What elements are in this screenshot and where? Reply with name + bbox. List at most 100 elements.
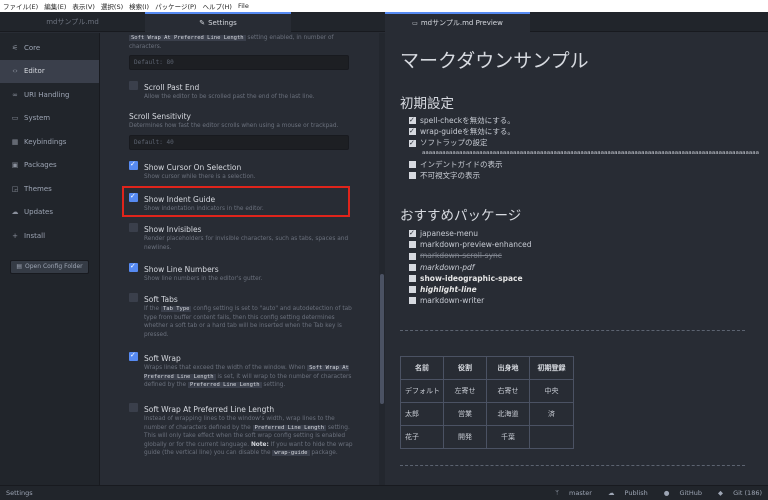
keyboard-icon: ▦ bbox=[11, 137, 19, 146]
branch-icon: ᛘ bbox=[555, 489, 562, 497]
setting-soft-tabs: Soft Tabs If the Tab Type config setting… bbox=[144, 295, 354, 339]
show-line-numbers-checkbox[interactable] bbox=[129, 262, 138, 272]
list-item: markdown-preview-enhanced bbox=[409, 239, 532, 250]
preview-long-line: aaaaaaaaaaaaaaaaaaaaaaaaaaaaaaaaaaaaaaaa… bbox=[422, 150, 760, 156]
sidebar-item-uri-handling[interactable]: ∞ URI Handling bbox=[0, 83, 99, 107]
code-snippet: Soft Wrap At Preferred Line Length bbox=[129, 35, 246, 41]
setting-title: Show Invisibles bbox=[144, 225, 202, 234]
list-item: spell-checkを無効にする。 bbox=[409, 115, 515, 126]
setting-title: Soft Wrap At Preferred Line Length bbox=[144, 405, 275, 414]
preview-table: 名前 役割 出身地 初期登録 デフォルト 左寄せ 右寄せ 中央 太郎 営業 北海… bbox=[400, 356, 574, 449]
settings-scrollbar-thumb[interactable] bbox=[380, 274, 384, 404]
table-row: 花子 開発 千葉 bbox=[400, 425, 574, 449]
show-invisibles-checkbox[interactable] bbox=[129, 223, 138, 232]
soft-wrap-checkbox[interactable] bbox=[129, 351, 138, 361]
status-git[interactable]: ◆ Git (186) bbox=[710, 489, 762, 497]
list-item: markdown-scroll-sync bbox=[409, 250, 532, 261]
menu-bar: ファイル(E) 編集(E) 表示(V) 選択(S) 検索(I) パッケージ(P)… bbox=[0, 0, 768, 12]
checkbox-unchecked-icon bbox=[409, 172, 416, 180]
list-item: 不可視文字の表示 bbox=[409, 170, 503, 181]
tools-icon: ✎ bbox=[199, 19, 206, 27]
list-item: ソフトラップの設定 bbox=[409, 137, 515, 149]
setting-title: Scroll Past End bbox=[144, 83, 200, 92]
menu-edit[interactable]: 編集(E) bbox=[44, 1, 66, 11]
setting-preferred-line-length-desc: Soft Wrap At Preferred Line Length setti… bbox=[129, 35, 334, 50]
sidebar-item-label: Core bbox=[24, 43, 41, 52]
sidebar-item-updates[interactable]: ☁ Updates bbox=[0, 201, 99, 225]
sidebar-item-core[interactable]: ⚟ Core bbox=[0, 36, 99, 60]
menu-file-extra[interactable]: File bbox=[238, 2, 249, 10]
preview-h2-settings: 初期設定 bbox=[400, 96, 454, 112]
open-config-folder-button[interactable]: ▤ Open Config Folder bbox=[10, 259, 89, 274]
setting-title: Soft Tabs bbox=[144, 295, 178, 304]
tab-md-file[interactable]: mdサンプル.md bbox=[0, 12, 145, 32]
table-cell: デフォルト bbox=[400, 379, 444, 403]
menu-selection[interactable]: 選択(S) bbox=[101, 1, 123, 11]
setting-soft-wrap-preferred: Soft Wrap At Preferred Line Length Inste… bbox=[144, 405, 354, 458]
sliders-icon: ⚟ bbox=[11, 43, 19, 52]
table-header-row: 名前 役割 出身地 初期登録 bbox=[400, 356, 574, 380]
plus-icon: + bbox=[12, 231, 18, 240]
settings-sidebar: ⚟ Core ‹› Editor ∞ URI Handling ▭ System… bbox=[0, 33, 100, 485]
soft-tabs-checkbox[interactable] bbox=[129, 293, 138, 302]
table-cell: 開発 bbox=[443, 425, 487, 449]
table-header: 名前 bbox=[400, 356, 444, 380]
preferred-line-length-input[interactable]: Default: 80 bbox=[129, 55, 349, 70]
folder-icon: ▤ bbox=[16, 263, 23, 270]
sidebar-item-packages[interactable]: ▣ Packages bbox=[0, 154, 99, 178]
setting-desc: Instead of wrapping lines to the window'… bbox=[144, 416, 353, 456]
show-cursor-checkbox[interactable] bbox=[129, 160, 138, 170]
list-item: markdown-pdf bbox=[409, 262, 532, 273]
github-icon: ● bbox=[663, 489, 672, 497]
checkbox-checked-icon bbox=[409, 228, 416, 239]
sidebar-item-label: URI Handling bbox=[24, 90, 70, 99]
sidebar-item-editor[interactable]: ‹› Editor bbox=[0, 59, 99, 83]
status-branch[interactable]: ᛘ master bbox=[547, 489, 592, 497]
checkbox-checked-icon bbox=[409, 126, 416, 137]
tab-preview[interactable]: ▭ mdサンプル.md Preview bbox=[385, 12, 530, 32]
table-cell: 右寄せ bbox=[486, 379, 530, 403]
sidebar-item-themes[interactable]: ◲ Themes bbox=[0, 177, 99, 201]
status-settings[interactable]: Settings bbox=[0, 489, 33, 497]
tab-preview-label: mdサンプル.md Preview bbox=[420, 19, 503, 27]
status-publish[interactable]: ☁ Publish bbox=[600, 489, 648, 497]
menu-help[interactable]: ヘルプ(H) bbox=[202, 1, 231, 11]
preview-list-settings: spell-checkを無効にする。 wrap-guideを無効にする。 ソフト… bbox=[409, 115, 515, 149]
menu-find[interactable]: 検索(I) bbox=[129, 1, 149, 11]
sidebar-item-label: Updates bbox=[24, 208, 53, 217]
code-snippet: Tab Type bbox=[160, 306, 192, 312]
preview-list-packages: japanese-menu markdown-preview-enhanced … bbox=[409, 228, 532, 306]
cloud-upload-icon: ☁ bbox=[607, 489, 617, 497]
markdown-icon: ▭ bbox=[412, 19, 418, 27]
sidebar-item-system[interactable]: ▭ System bbox=[0, 107, 99, 131]
setting-soft-wrap: Soft Wrap Wraps lines that exceed the wi… bbox=[144, 354, 354, 390]
table-row: デフォルト 左寄せ 右寄せ 中央 bbox=[400, 379, 574, 403]
setting-title: Scroll Sensitivity bbox=[129, 112, 191, 121]
table-cell: 中央 bbox=[529, 379, 574, 403]
table-cell: 済 bbox=[529, 402, 574, 426]
scroll-past-end-checkbox[interactable] bbox=[129, 81, 138, 90]
checkbox-unchecked-icon bbox=[409, 252, 416, 260]
status-github[interactable]: ● GitHub bbox=[656, 489, 702, 497]
setting-scroll-past-end: Scroll Past End Allow the editor to be s… bbox=[144, 83, 369, 102]
checkbox-unchecked-icon bbox=[409, 297, 416, 305]
checkbox-checked-icon bbox=[409, 115, 416, 126]
scroll-sensitivity-input[interactable]: Default: 40 bbox=[129, 135, 349, 150]
menu-file[interactable]: ファイル(E) bbox=[3, 1, 38, 11]
code-snippet: Preferred Line Length bbox=[252, 424, 327, 431]
tab-settings[interactable]: ✎ Settings bbox=[145, 12, 291, 32]
sidebar-item-install[interactable]: + Install bbox=[0, 224, 99, 248]
setting-title: Show Line Numbers bbox=[144, 265, 219, 274]
menu-view[interactable]: 表示(V) bbox=[72, 1, 95, 11]
setting-desc: Determines how fast the editor scrolls w… bbox=[129, 123, 339, 129]
sidebar-item-keybindings[interactable]: ▦ Keybindings bbox=[0, 130, 99, 154]
table-cell: 北海道 bbox=[486, 402, 530, 426]
menu-packages[interactable]: パッケージ(P) bbox=[155, 1, 196, 11]
preview-h2-packages: おすすめパッケージ bbox=[400, 208, 522, 224]
sidebar-item-label: Packages bbox=[24, 161, 57, 170]
soft-wrap-preferred-checkbox[interactable] bbox=[129, 403, 138, 412]
cloud-download-icon: ☁ bbox=[11, 208, 19, 217]
status-bar: Settings ᛘ master ☁ Publish ● GitHub ◆ G… bbox=[0, 485, 768, 500]
setting-desc: Allow the editor to be scrolled past the… bbox=[144, 94, 315, 100]
code-snippet: Preferred Line Length bbox=[187, 382, 262, 388]
